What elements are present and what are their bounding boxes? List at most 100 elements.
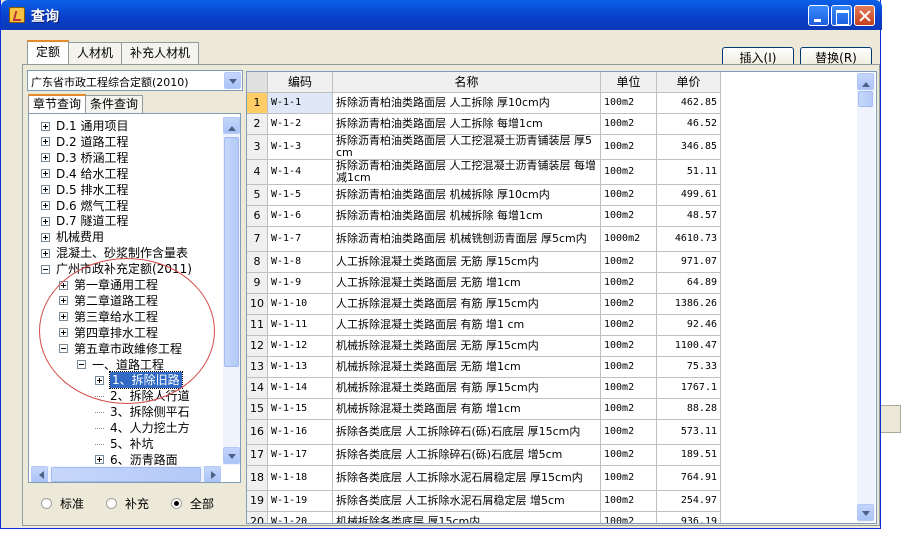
cell-price[interactable]: 4610.73 — [657, 227, 721, 252]
tree-node[interactable]: 第一章通用工程 — [59, 277, 158, 293]
tab-supplementary-lmm[interactable]: 补充人材机 — [121, 42, 200, 64]
cell-code[interactable]: W-1-18 — [268, 466, 333, 491]
cell-price[interactable]: 346.85 — [657, 135, 721, 160]
table-row[interactable]: 11 W-1-11 人工拆除混凝土类路面层 有筋 增1 cm 100m2 92.46 — [247, 315, 721, 336]
cell-price[interactable]: 1767.1 — [657, 378, 721, 399]
cell-unit[interactable]: 100m2 — [601, 512, 657, 523]
tree-node[interactable]: 混凝土、砂浆制作含量表 — [41, 245, 188, 261]
scroll-up-icon[interactable] — [857, 73, 874, 90]
grid-vscroll-thumb[interactable] — [858, 91, 873, 107]
cell-unit[interactable]: 100m2 — [601, 491, 657, 512]
tree-node[interactable]: 2、拆除人行道 — [95, 388, 190, 404]
cell-unit[interactable]: 100m2 — [601, 315, 657, 336]
minimize-button[interactable] — [808, 5, 829, 26]
expand-icon[interactable] — [41, 137, 50, 147]
expand-icon[interactable] — [41, 121, 50, 131]
table-row[interactable]: 17 W-1-17 拆除各类底层 人工拆除碎石(砾)石底层 增5cm 100m2 189… — [247, 445, 721, 466]
cell-unit[interactable]: 100m2 — [601, 273, 657, 294]
cell-price[interactable]: 1386.26 — [657, 294, 721, 315]
cell-name[interactable]: 拆除沥青柏油类路面层 人工拆除 厚10cm内 — [333, 93, 601, 114]
row-number[interactable]: 10 — [247, 294, 268, 315]
cell-name[interactable]: 拆除各类底层 人工拆除水泥石屑稳定层 厚15cm内 — [333, 466, 601, 491]
expand-icon[interactable] — [95, 455, 104, 465]
cell-price[interactable]: 88.28 — [657, 399, 721, 420]
row-number[interactable]: 5 — [247, 185, 268, 206]
row-number[interactable]: 15 — [247, 399, 268, 420]
tree-node[interactable]: 一、道路工程 — [77, 357, 164, 373]
cell-name[interactable]: 机械拆除混凝土类路面层 有筋 增1cm — [333, 399, 601, 420]
cell-name[interactable]: 拆除沥青柏油类路面层 机械拆除 每增1cm — [333, 206, 601, 227]
cell-code[interactable]: W-1-19 — [268, 491, 333, 512]
tree-node[interactable]: 5、补坑 — [95, 436, 154, 452]
row-number[interactable]: 9 — [247, 273, 268, 294]
cell-name[interactable]: 拆除沥青柏油类路面层 人工挖混凝土沥青铺装层 厚5cm — [333, 135, 601, 160]
cell-code[interactable]: W-1-4 — [268, 160, 333, 185]
cell-unit[interactable]: 100m2 — [601, 185, 657, 206]
title-bar[interactable]: 查询 — [1, 0, 882, 30]
tree-node[interactable]: 广州市政补充定额(2011) — [41, 261, 192, 277]
chevron-down-icon[interactable] — [224, 72, 241, 89]
expand-icon[interactable] — [95, 375, 104, 385]
expand-icon[interactable] — [41, 153, 50, 163]
row-number[interactable]: 11 — [247, 315, 268, 336]
tree-node[interactable]: 第四章排水工程 — [59, 325, 158, 341]
cell-code[interactable]: W-1-2 — [268, 114, 333, 135]
row-number[interactable]: 3 — [247, 135, 268, 160]
table-row[interactable]: 14 W-1-14 机械拆除混凝土类路面层 有筋 厚15cm内 100m2 1767.1 — [247, 378, 721, 399]
row-number[interactable]: 2 — [247, 114, 268, 135]
table-row[interactable]: 2 W-1-2 拆除沥青柏油类路面层 人工拆除 每增1cm 100m2 46.52 — [247, 114, 721, 135]
cell-unit[interactable]: 100m2 — [601, 135, 657, 160]
cell-name[interactable]: 拆除各类底层 人工拆除碎石(砾)石底层 增5cm — [333, 445, 601, 466]
table-row[interactable]: 20 W-1-20 机械拆除各类底层 厚15cm内 100m2 936.19 — [247, 512, 721, 523]
cell-unit[interactable]: 100m2 — [601, 252, 657, 273]
cell-price[interactable]: 64.89 — [657, 273, 721, 294]
cell-price[interactable]: 48.57 — [657, 206, 721, 227]
collapse-icon[interactable] — [59, 344, 68, 354]
cell-unit[interactable]: 100m2 — [601, 420, 657, 445]
cell-code[interactable]: W-1-12 — [268, 336, 333, 357]
tree-node[interactable]: D.6 燃气工程 — [41, 198, 129, 214]
table-row[interactable]: 1 W-1-1 拆除沥青柏油类路面层 人工拆除 厚10cm内 100m2 462.85 — [247, 93, 721, 114]
tab-quota[interactable]: 定额 — [27, 40, 70, 64]
radio-supplementary[interactable]: 补充 — [106, 495, 149, 512]
expand-icon[interactable] — [41, 201, 50, 210]
collapse-icon[interactable] — [41, 264, 50, 274]
cell-code[interactable]: W-1-11 — [268, 315, 333, 336]
cell-price[interactable]: 189.51 — [657, 445, 721, 466]
cell-name[interactable]: 拆除沥青柏油类路面层 机械拆除 厚10cm内 — [333, 185, 601, 206]
cell-code[interactable]: W-1-1 — [268, 93, 333, 114]
cell-unit[interactable]: 1000m2 — [601, 227, 657, 252]
tree-horizontal-scrollbar[interactable] — [31, 466, 221, 482]
cell-code[interactable]: W-1-13 — [268, 357, 333, 378]
col-header-unit[interactable]: 单位 — [601, 72, 657, 93]
scroll-up-icon[interactable] — [223, 117, 240, 134]
table-row[interactable]: 3 W-1-3 拆除沥青柏油类路面层 人工挖混凝土沥青铺装层 厚5cm 100m2 34… — [247, 135, 721, 160]
table-row[interactable]: 4 W-1-4 拆除沥青柏油类路面层 人工挖混凝土沥青铺装层 每增减1cm 100m2… — [247, 160, 721, 185]
cell-code[interactable]: W-1-8 — [268, 252, 333, 273]
scroll-left-icon[interactable] — [31, 466, 48, 482]
tree-node[interactable]: 4、人力挖土方 — [95, 420, 190, 436]
expand-icon[interactable] — [41, 185, 50, 195]
expand-icon[interactable] — [41, 232, 50, 242]
cell-name[interactable]: 机械拆除混凝土类路面层 有筋 厚15cm内 — [333, 378, 601, 399]
cell-price[interactable]: 936.19 — [657, 512, 721, 523]
table-row[interactable]: 8 W-1-8 人工拆除混凝土类路面层 无筋 厚15cm内 100m2 971.07 — [247, 252, 721, 273]
cell-name[interactable]: 拆除沥青柏油类路面层 人工拆除 每增1cm — [333, 114, 601, 135]
tree-node[interactable]: 第三章给水工程 — [59, 309, 158, 325]
cell-price[interactable]: 46.52 — [657, 114, 721, 135]
col-header-name[interactable]: 名称 — [333, 72, 601, 93]
cell-name[interactable]: 拆除各类底层 人工拆除水泥石屑稳定层 增5cm — [333, 491, 601, 512]
row-number[interactable]: 17 — [247, 445, 268, 466]
table-row[interactable]: 15 W-1-15 机械拆除混凝土类路面层 有筋 增1cm 100m2 88.28 — [247, 399, 721, 420]
cell-unit[interactable]: 100m2 — [601, 378, 657, 399]
cell-name[interactable]: 机械拆除混凝土类路面层 无筋 增1cm — [333, 357, 601, 378]
cell-name[interactable]: 机械拆除混凝土类路面层 无筋 厚15cm内 — [333, 336, 601, 357]
row-number[interactable]: 18 — [247, 466, 268, 491]
tree-node[interactable]: 机械费用 — [41, 229, 104, 245]
cell-code[interactable]: W-1-16 — [268, 420, 333, 445]
scroll-right-icon[interactable] — [204, 466, 221, 482]
row-number[interactable]: 1 — [247, 93, 268, 114]
maximize-button[interactable] — [831, 5, 852, 26]
tree-node[interactable]: 6、沥青路面 — [95, 452, 178, 466]
collapse-icon[interactable] — [77, 360, 86, 369]
